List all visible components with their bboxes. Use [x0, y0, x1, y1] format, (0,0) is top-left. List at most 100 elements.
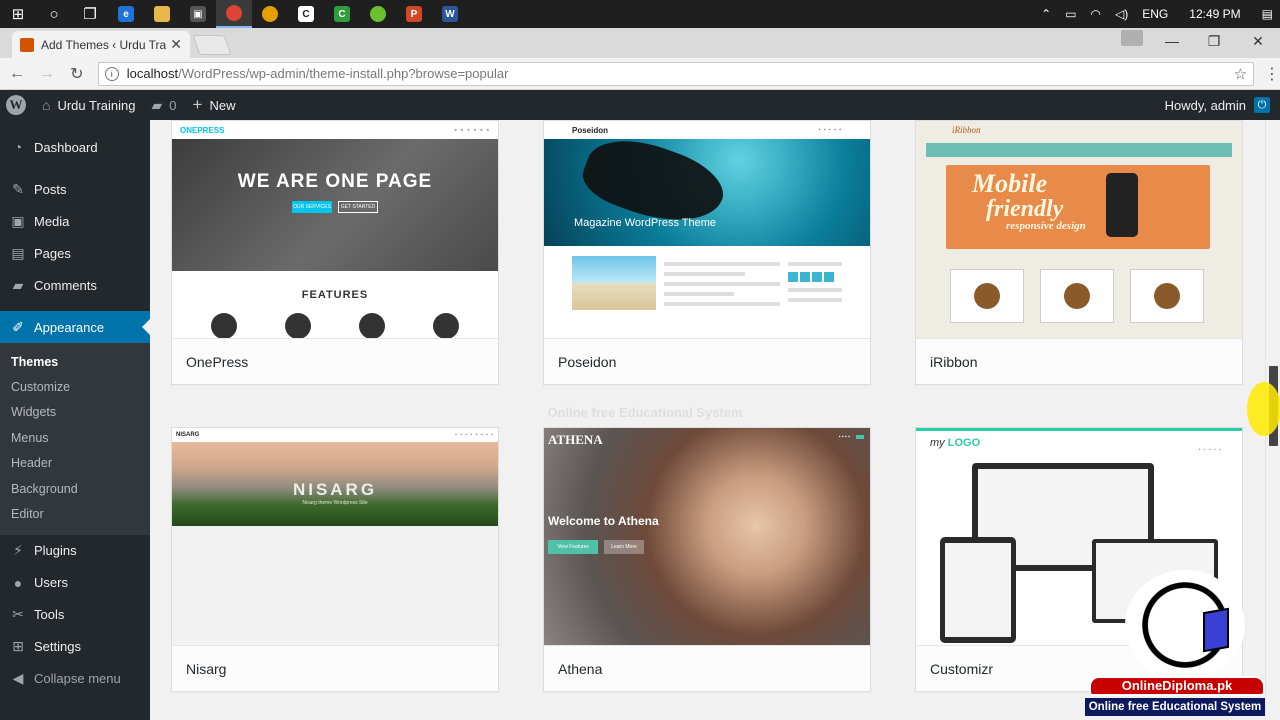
theme-screenshot[interactable]: ONEPRESS ▪ ▪ ▪ ▪ ▪ ▪ WE ARE ONE PAGE OUR … — [172, 121, 498, 338]
onepress-features-heading: FEATURES — [301, 289, 369, 301]
cortana-icon[interactable]: ○ — [36, 0, 72, 28]
battery-icon[interactable]: ▭ — [1058, 7, 1083, 21]
back-icon[interactable]: ← — [4, 60, 30, 88]
tab-title: Add Themes ‹ Urdu Training — [41, 37, 167, 52]
submenu-header[interactable]: Header — [0, 451, 150, 476]
sidebar-item-label: Pages — [34, 245, 71, 261]
word-icon[interactable]: W — [432, 0, 468, 28]
theme-card-iribbon[interactable]: iRibbon Mobile friendly responsive design … — [915, 120, 1243, 385]
sidebar-item-label: Dashboard — [34, 139, 98, 155]
comment-bubble-icon: ▰ — [151, 96, 163, 113]
theme-card-athena[interactable]: ATHENA ▪ ▪ ▪ ▪ Welcome to Athena View Fe… — [543, 427, 871, 692]
sidebar-item-settings[interactable]: ⊞ Settings — [0, 631, 150, 663]
theme-card-onepress[interactable]: ONEPRESS ▪ ▪ ▪ ▪ ▪ ▪ WE ARE ONE PAGE OUR … — [171, 120, 499, 385]
wifi-icon[interactable]: ◠ — [1084, 7, 1108, 21]
language-indicator[interactable]: ENG — [1135, 7, 1175, 21]
chevron-up-icon[interactable]: ⌃ — [1034, 7, 1058, 21]
theme-name: OnePress — [172, 338, 498, 384]
url-host: localhost — [126, 66, 179, 81]
theme-name: Nisarg — [172, 645, 498, 691]
app-icon-2[interactable]: C — [288, 0, 324, 28]
my-account[interactable]: Howdy, admin ⏻ — [1165, 97, 1280, 113]
minimize-icon[interactable]: — — [1150, 28, 1194, 54]
app-icon[interactable] — [252, 0, 288, 28]
theme-screenshot[interactable]: ATHENA ▪ ▪ ▪ ▪ Welcome to Athena View Fe… — [544, 428, 870, 645]
plug-icon: ⚡ — [13, 542, 23, 559]
sidebar-item-label: Plugins — [34, 543, 77, 559]
onepress-hero-title: WE ARE ONE PAGE — [237, 171, 433, 192]
notifications-icon[interactable]: ▤ — [1255, 7, 1280, 21]
appearance-submenu: Themes Customize Widgets Menus Header Ba… — [0, 343, 150, 535]
pin-icon: ✎ — [12, 180, 24, 197]
volume-icon[interactable]: ◁) — [1108, 7, 1135, 21]
settings-icon: ⊞ — [12, 638, 24, 655]
pages-icon: ▤ — [11, 244, 25, 261]
new-content-link[interactable]: + New — [185, 90, 244, 120]
submenu-themes[interactable]: Themes — [0, 349, 150, 374]
site-name: Urdu Training — [57, 97, 136, 113]
submenu-menus[interactable]: Menus — [0, 425, 150, 450]
task-view-icon[interactable]: ❐ — [72, 0, 108, 28]
collapse-menu-button[interactable]: ◀ Collapse menu — [0, 663, 150, 695]
user-icon: ● — [13, 574, 23, 591]
address-bar[interactable]: i localhost/WordPress/wp-admin/theme-ins… — [97, 61, 1255, 86]
cursor-highlight — [1247, 382, 1280, 436]
sidebar-item-dashboard[interactable]: ◔ Dashboard — [0, 131, 150, 163]
sidebar-item-media[interactable]: ▣ Media — [0, 205, 150, 237]
profile-icon[interactable] — [1121, 30, 1143, 46]
center-watermark: Online free Educational System — [547, 405, 743, 420]
theme-screenshot[interactable]: Poseidon ▪ ▪ ▪ ▪ ▪ Magazine WordPress The… — [544, 121, 870, 338]
system-tray: ⌃ ▭ ◠ ◁) ENG 12:49 PM ▤ — [1034, 0, 1280, 28]
app-icon-3[interactable] — [360, 0, 396, 28]
bookmark-star-icon[interactable]: ☆ — [1234, 65, 1247, 83]
chrome-icon[interactable] — [216, 0, 252, 28]
theme-card-nisarg[interactable]: NISARG ▪ ▪ ▪ ▪ ▪ ▪ ▪ ▪ NISARG Nisarg theme… — [171, 427, 499, 692]
new-tab-button[interactable] — [192, 35, 232, 55]
theme-card-poseidon[interactable]: Poseidon ▪ ▪ ▪ ▪ ▪ Magazine WordPress The… — [543, 120, 871, 385]
close-tab-icon[interactable]: ✕ — [170, 36, 182, 53]
store-icon[interactable]: ▣ — [180, 0, 216, 28]
sidebar-item-appearance[interactable]: ✐ Appearance — [0, 311, 150, 343]
dashboard-icon: ◔ — [13, 139, 23, 155]
new-label: New — [209, 97, 236, 113]
comments-icon: ▰ — [12, 276, 24, 293]
forward-icon[interactable]: → — [34, 60, 60, 88]
submenu-customize[interactable]: Customize — [0, 374, 150, 399]
close-window-icon[interactable]: ✕ — [1236, 28, 1280, 54]
theme-name: Athena — [544, 645, 870, 691]
powerpoint-icon[interactable]: P — [396, 0, 432, 28]
plus-icon: + — [192, 95, 203, 114]
theme-screenshot[interactable]: NISARG ▪ ▪ ▪ ▪ ▪ ▪ ▪ ▪ NISARG Nisarg theme… — [172, 428, 498, 645]
sidebar-item-label: Comments — [34, 277, 97, 293]
theme-screenshot[interactable]: iRibbon Mobile friendly responsive design — [916, 121, 1242, 338]
sidebar-item-label: Users — [34, 575, 68, 591]
file-explorer-icon[interactable] — [144, 0, 180, 28]
site-name-link[interactable]: ⌂ Urdu Training — [34, 90, 144, 120]
sidebar-item-plugins[interactable]: ⚡ Plugins — [0, 535, 150, 567]
sidebar-item-users[interactable]: ● Users — [0, 567, 150, 599]
comments-link[interactable]: ▰ 0 — [144, 90, 185, 120]
comments-count: 0 — [169, 97, 177, 113]
sidebar-item-comments[interactable]: ▰ Comments — [0, 269, 150, 301]
edge-icon[interactable]: e — [108, 0, 144, 28]
windows-taskbar: ⊞ ○ ❐ e ▣ C C P W ⌃ ▭ ◠ ◁) ENG 12:49 PM … — [0, 0, 1280, 28]
browser-tab[interactable]: Add Themes ‹ Urdu Training ✕ — [12, 31, 190, 58]
onlinediploma-watermark: OnlineDiploma.pk Online free Educational… — [1075, 570, 1265, 720]
submenu-editor[interactable]: Editor — [0, 501, 150, 526]
wp-logo-button[interactable]: W — [0, 90, 34, 120]
collapse-label: Collapse menu — [34, 671, 121, 687]
sidebar-item-pages[interactable]: ▤ Pages — [0, 237, 150, 269]
theme-name: Poseidon — [544, 338, 870, 384]
maximize-icon[interactable]: ❐ — [1192, 28, 1236, 54]
info-icon[interactable]: i — [104, 66, 119, 81]
windows-icon[interactable]: ⊞ — [0, 0, 36, 28]
reload-icon[interactable]: ↻ — [64, 60, 90, 88]
sidebar-item-posts[interactable]: ✎ Posts — [0, 173, 150, 205]
browser-menu-icon[interactable]: ⋮ — [1264, 64, 1280, 84]
sidebar-item-tools[interactable]: ✂ Tools — [0, 599, 150, 631]
clock[interactable]: 12:49 PM — [1175, 7, 1254, 21]
camtasia-icon[interactable]: C — [324, 0, 360, 28]
howdy-text: Howdy, admin — [1164, 97, 1246, 113]
submenu-background[interactable]: Background — [0, 476, 150, 501]
submenu-widgets[interactable]: Widgets — [0, 400, 150, 425]
